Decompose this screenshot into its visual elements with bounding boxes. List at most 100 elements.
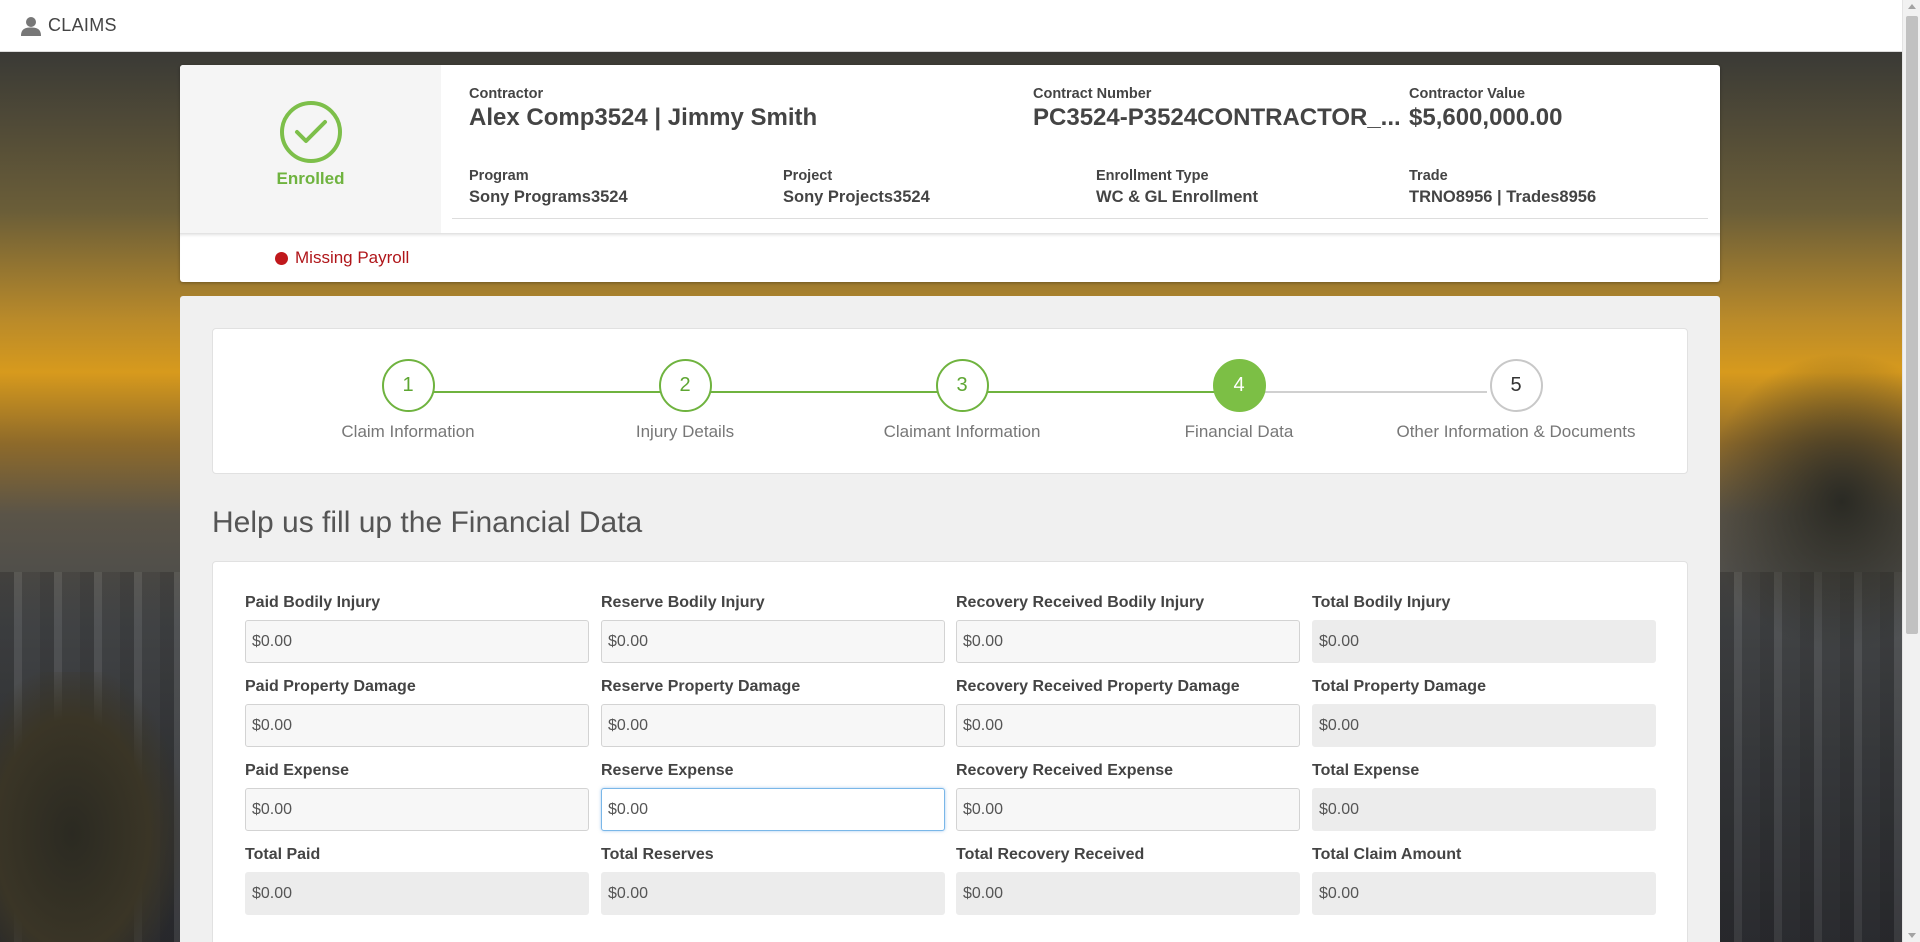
recovery-received-property-damage-input[interactable] <box>956 704 1300 747</box>
user-icon[interactable] <box>20 15 42 37</box>
step-number[interactable]: 4 <box>1212 359 1266 412</box>
recovery-received-bodily-injury-field: Recovery Received Bodily Injury <box>956 594 1300 663</box>
paid-bodily-injury-field: Paid Bodily Injury <box>245 594 589 663</box>
paid-expense-field: Paid Expense <box>245 762 589 831</box>
reserve-bodily-injury-field: Reserve Bodily Injury <box>601 594 945 663</box>
field-label: Paid Property Damage <box>245 678 416 695</box>
field-label: Recovery Received Property Damage <box>956 678 1240 695</box>
step-label[interactable]: Injury Details <box>636 422 734 442</box>
reserve-bodily-injury-input[interactable] <box>601 620 945 663</box>
contract-number-detail: Contract Number PC3524-P3524CONTRACTOR_.… <box>1033 86 1401 132</box>
field-label: Recovery Received Bodily Injury <box>956 594 1205 611</box>
total-property-damage-input <box>1312 704 1656 747</box>
contractor-label: Contractor <box>469 86 544 102</box>
enrollment-type-value: WC & GL Enrollment <box>1096 188 1258 206</box>
step-claimant-information[interactable]: 3 Claimant Information <box>822 359 1102 442</box>
total-expense-input <box>1312 788 1656 831</box>
field-label: Total Claim Amount <box>1312 846 1462 863</box>
field-label: Reserve Expense <box>601 762 734 779</box>
total-paid-input <box>245 872 589 915</box>
contractor-value-detail: Contractor Value $5,600,000.00 <box>1409 86 1562 132</box>
total-reserves-field: Total Reserves <box>601 846 945 915</box>
step-number[interactable]: 2 <box>658 359 712 412</box>
program-value: Sony Programs3524 <box>469 188 628 206</box>
step-claim-information[interactable]: 1 Claim Information <box>268 359 548 442</box>
field-label: Recovery Received Expense <box>956 762 1174 779</box>
trade-detail: Trade TRNO8956 | Trades8956 <box>1409 168 1596 207</box>
step-other-information-documents[interactable]: 5 Other Information & Documents <box>1376 359 1656 442</box>
total-claim-amount-field: Total Claim Amount <box>1312 846 1656 915</box>
claim-form-panel: 1 Claim Information 2 Injury Details 3 C… <box>180 296 1720 942</box>
field-label: Reserve Property Damage <box>601 678 801 695</box>
scrollbar-thumb[interactable] <box>1906 16 1918 634</box>
contract-number-label: Contract Number <box>1033 86 1152 102</box>
reserve-expense-input[interactable] <box>601 788 945 831</box>
step-injury-details[interactable]: 2 Injury Details <box>545 359 825 442</box>
step-label[interactable]: Financial Data <box>1185 422 1294 442</box>
contractor-value-label: Contractor Value <box>1409 86 1526 102</box>
paid-bodily-injury-input[interactable] <box>245 620 589 663</box>
section-title: Help us fill up the Financial Data <box>212 506 643 539</box>
missing-payroll-label[interactable]: Missing Payroll <box>295 248 409 268</box>
field-label: Total Reserves <box>601 846 714 863</box>
scroll-down-icon[interactable] <box>1908 933 1916 938</box>
enrollment-status: Enrolled <box>180 65 441 233</box>
reserve-property-damage-input[interactable] <box>601 704 945 747</box>
total-reserves-input <box>601 872 945 915</box>
enrollment-alerts: Missing Payroll <box>180 233 1720 282</box>
total-bodily-injury-input <box>1312 620 1656 663</box>
project-label: Project <box>783 168 833 184</box>
reserve-expense-field: Reserve Expense <box>601 762 945 831</box>
details-divider <box>452 218 1708 219</box>
scroll-up-icon[interactable] <box>1908 4 1916 9</box>
field-label: Total Paid <box>245 846 321 863</box>
background-tree <box>1702 352 1902 652</box>
enrollment-type-detail: Enrollment Type WC & GL Enrollment <box>1096 168 1258 207</box>
background-tree <box>0 672 180 942</box>
program-detail: Program Sony Programs3524 <box>469 168 628 207</box>
project-value: Sony Projects3524 <box>783 188 930 206</box>
paid-expense-input[interactable] <box>245 788 589 831</box>
recovery-received-bodily-injury-input[interactable] <box>956 620 1300 663</box>
field-label: Total Property Damage <box>1312 678 1486 695</box>
step-financial-data[interactable]: 4 Financial Data <box>1099 359 1379 442</box>
step-number[interactable]: 1 <box>381 359 435 412</box>
top-bar: CLAIMS <box>0 0 1902 52</box>
app-title[interactable]: CLAIMS <box>48 15 117 36</box>
field-label: Total Expense <box>1312 762 1420 779</box>
enrollment-details: Contractor Alex Comp3524 | Jimmy Smith C… <box>441 65 1720 233</box>
claim-stepper: 1 Claim Information 2 Injury Details 3 C… <box>212 328 1688 474</box>
project-detail: Project Sony Projects3524 <box>783 168 930 207</box>
field-label: Total Recovery Received <box>956 846 1145 863</box>
program-label: Program <box>469 168 529 184</box>
step-label[interactable]: Claim Information <box>341 422 474 442</box>
trade-value: TRNO8956 | Trades8956 <box>1409 188 1597 206</box>
paid-property-damage-input[interactable] <box>245 704 589 747</box>
step-label[interactable]: Other Information & Documents <box>1396 422 1635 442</box>
field-label: Paid Bodily Injury <box>245 594 381 611</box>
step-label[interactable]: Claimant Information <box>884 422 1041 442</box>
total-property-damage-field: Total Property Damage <box>1312 678 1656 747</box>
total-claim-amount-input <box>1312 872 1656 915</box>
step-number[interactable]: 5 <box>1489 359 1543 412</box>
missing-payroll-alert[interactable]: Missing Payroll <box>275 248 409 268</box>
contract-number-value: PC3524-P3524CONTRACTOR_... <box>1033 104 1401 131</box>
recovery-received-property-damage-field: Recovery Received Property Damage <box>956 678 1300 747</box>
alert-dot-icon <box>275 251 288 265</box>
enrollment-status-label: Enrolled <box>276 169 345 188</box>
total-recovery-received-input <box>956 872 1300 915</box>
field-label: Total Bodily Injury <box>1312 594 1451 611</box>
page-scrollbar[interactable] <box>1902 0 1920 942</box>
contractor-value: Alex Comp3524 | Jimmy Smith <box>469 104 818 131</box>
total-paid-field: Total Paid <box>245 846 589 915</box>
total-bodily-injury-field: Total Bodily Injury <box>1312 594 1656 663</box>
total-expense-field: Total Expense <box>1312 762 1656 831</box>
check-icon <box>279 101 342 163</box>
recovery-received-expense-input[interactable] <box>956 788 1300 831</box>
enrollment-summary-card: Enrolled Contractor Alex Comp3524 | Jimm… <box>180 65 1720 282</box>
contractor-value-amount: $5,600,000.00 <box>1409 104 1563 131</box>
step-number[interactable]: 3 <box>935 359 989 412</box>
contractor-detail: Contractor Alex Comp3524 | Jimmy Smith <box>469 86 817 132</box>
field-label: Paid Expense <box>245 762 350 779</box>
field-label: Reserve Bodily Injury <box>601 594 765 611</box>
